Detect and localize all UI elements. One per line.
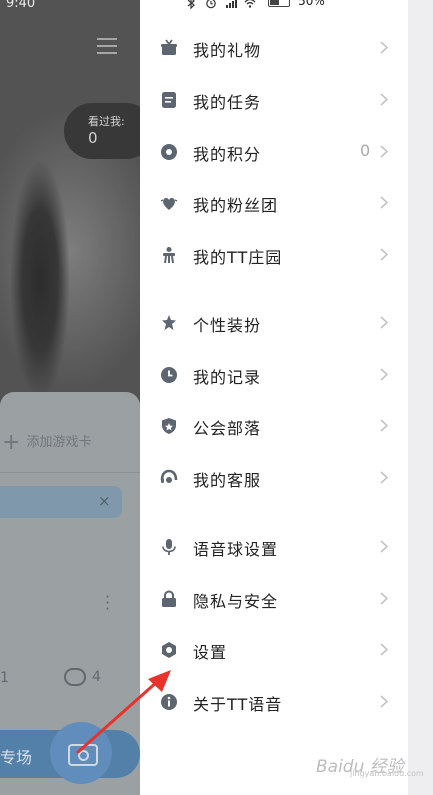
dress-up-icon bbox=[160, 314, 178, 332]
menu-item-label: 个性装扮 bbox=[193, 316, 262, 335]
task-icon bbox=[160, 91, 178, 109]
menu-item-points[interactable]: 我的积分 0 bbox=[140, 128, 408, 176]
menu-item-label: 设置 bbox=[193, 643, 228, 662]
battery-icon bbox=[268, 0, 291, 7]
chevron-right-icon bbox=[380, 419, 388, 432]
menu-item-label: 我的积分 bbox=[193, 145, 262, 164]
chevron-right-icon bbox=[380, 41, 388, 54]
menu-item-label: 我的任务 bbox=[193, 93, 262, 112]
chevron-right-icon bbox=[380, 196, 388, 209]
menu-item-label: 关于TT语音 bbox=[193, 695, 283, 714]
points-value: 0 bbox=[360, 141, 371, 160]
menu-item-customer-service[interactable]: 我的客服 bbox=[140, 454, 408, 502]
fan-club-icon bbox=[160, 194, 178, 212]
chevron-right-icon bbox=[380, 695, 388, 708]
chevron-right-icon bbox=[380, 540, 388, 553]
wifi-icon bbox=[244, 0, 256, 8]
voice-ball-icon bbox=[160, 538, 178, 556]
menu-item-voice-ball[interactable]: 语音球设置 bbox=[140, 523, 408, 571]
side-drawer: 50% 我的礼物 我的任务 我的积分 0 我的粉丝团 我的TT庄园 个性装扮 我… bbox=[140, 0, 408, 795]
signal-icon bbox=[225, 0, 237, 8]
gift-icon bbox=[160, 39, 178, 57]
chevron-right-icon bbox=[380, 368, 388, 381]
lock-icon bbox=[160, 590, 178, 608]
menu-item-privacy[interactable]: 隐私与安全 bbox=[140, 575, 408, 623]
status-bar: 50% bbox=[185, 0, 325, 10]
menu-item-settings[interactable]: 设置 bbox=[140, 626, 408, 674]
chevron-right-icon bbox=[380, 248, 388, 261]
manor-icon bbox=[160, 246, 178, 264]
menu-item-label: 我的客服 bbox=[193, 471, 262, 490]
chevron-right-icon bbox=[380, 93, 388, 106]
guild-icon bbox=[160, 417, 178, 435]
menu-item-history[interactable]: 我的记录 bbox=[140, 351, 408, 399]
chevron-right-icon bbox=[380, 316, 388, 329]
menu-item-guild[interactable]: 公会部落 bbox=[140, 402, 408, 450]
alarm-icon bbox=[205, 0, 217, 8]
menu-item-task[interactable]: 我的任务 bbox=[140, 76, 408, 124]
menu-item-about[interactable]: 关于TT语音 bbox=[140, 678, 408, 726]
menu-item-label: 我的粉丝团 bbox=[193, 196, 279, 215]
info-icon bbox=[160, 693, 178, 711]
menu-item-dress-up[interactable]: 个性装扮 bbox=[140, 299, 408, 347]
history-icon bbox=[160, 366, 178, 384]
chevron-right-icon bbox=[380, 643, 388, 656]
points-icon bbox=[160, 143, 178, 161]
menu-item-label: 公会部落 bbox=[193, 419, 262, 438]
chevron-right-icon bbox=[380, 471, 388, 484]
menu-item-gift[interactable]: 我的礼物 bbox=[140, 24, 408, 72]
menu-item-label: 我的TT庄园 bbox=[193, 248, 283, 267]
bluetooth-icon bbox=[185, 0, 197, 9]
menu-item-tt-manor[interactable]: 我的TT庄园 bbox=[140, 231, 408, 279]
menu-item-label: 我的记录 bbox=[193, 368, 262, 387]
menu-item-label: 我的礼物 bbox=[193, 41, 262, 60]
watermark-sub: jingyan.baidu.com bbox=[350, 769, 424, 778]
baidu-watermark: Baidu 经验 jingyan.baidu.com bbox=[316, 752, 424, 778]
chevron-right-icon bbox=[380, 145, 388, 158]
background-edge bbox=[408, 0, 433, 795]
menu-item-label: 隐私与安全 bbox=[193, 592, 279, 611]
drawer-overlay[interactable] bbox=[0, 0, 140, 795]
chevron-right-icon bbox=[380, 592, 388, 605]
customer-service-icon bbox=[160, 469, 178, 487]
battery-level: 50% bbox=[298, 0, 325, 8]
background-app: 9:40 看过我: 0 + 添加游戏卡 × · · · 1 4 专场 bbox=[0, 0, 140, 795]
menu-item-label: 语音球设置 bbox=[193, 540, 279, 559]
menu-item-fan-club[interactable]: 我的粉丝团 bbox=[140, 179, 408, 227]
settings-icon bbox=[160, 641, 178, 659]
